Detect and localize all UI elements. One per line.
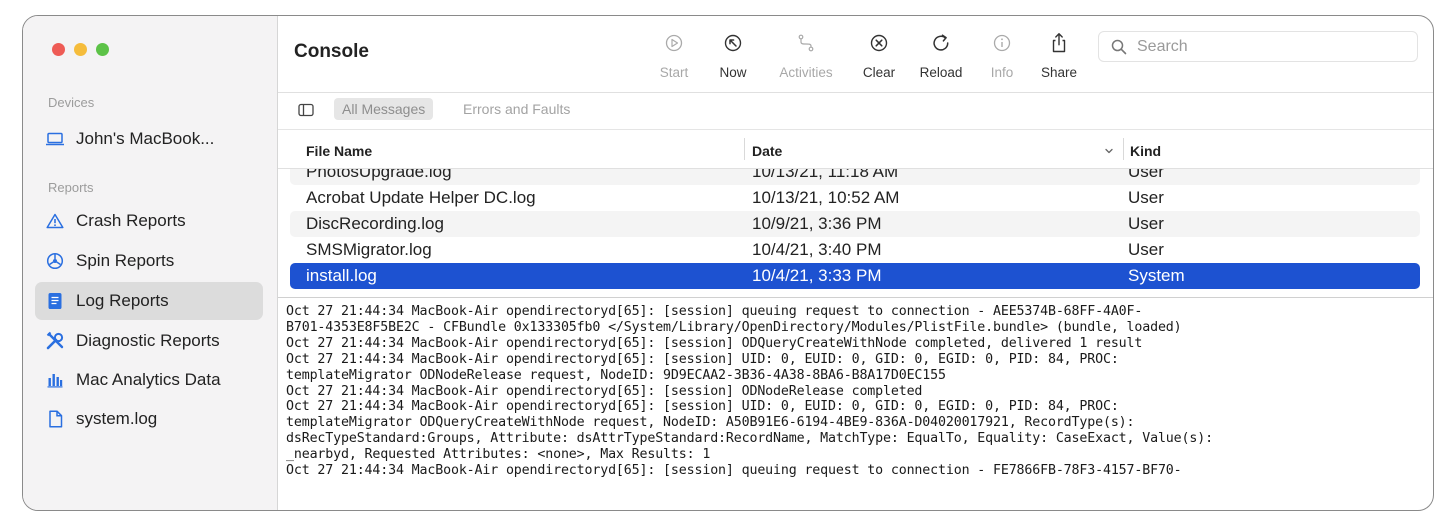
file-name-cell: DiscRecording.log <box>306 214 444 233</box>
share-icon <box>1029 31 1089 55</box>
kind-cell: User <box>1128 214 1164 233</box>
reports-section-label: Reports <box>48 180 94 195</box>
bar-chart-icon <box>45 370 65 390</box>
sidebar-item-log-reports[interactable]: Log Reports <box>35 282 263 320</box>
search-field[interactable] <box>1098 31 1418 62</box>
share-button[interactable]: Share <box>1029 31 1089 80</box>
file-name-cell: PhotosUpgrade.log <box>306 169 452 181</box>
sidebar-item-label: Log Reports <box>76 291 169 310</box>
activities-button[interactable]: Activities <box>770 31 842 80</box>
sidebar-item-label: Crash Reports <box>76 211 186 230</box>
now-button[interactable]: Now <box>703 31 763 80</box>
tools-icon <box>45 331 65 351</box>
file-name-cell: SMSMigrator.log <box>306 240 432 259</box>
spin-icon <box>45 251 65 271</box>
warning-icon <box>45 211 65 231</box>
console-window: Devices John's MacBook... Reports Crash … <box>22 15 1434 511</box>
column-header-kind[interactable]: Kind <box>1130 143 1161 159</box>
laptop-icon <box>45 129 65 149</box>
date-cell: 10/4/21, 3:40 PM <box>752 240 882 259</box>
search-icon <box>1111 39 1127 55</box>
sidebar-item-label: Mac Analytics Data <box>76 370 221 389</box>
filter-all-messages[interactable]: All Messages <box>334 98 434 120</box>
sidebar-item-system-log[interactable]: system.log <box>35 400 263 438</box>
date-cell: 10/9/21, 3:36 PM <box>752 214 882 233</box>
main-panel: Console Start Now Activities Clear Reloa… <box>278 16 1433 510</box>
log-line: Oct 27 21:44:34 MacBook-Air opendirector… <box>286 335 1143 351</box>
filter-bar: All Messages Errors and Faults <box>278 93 1433 129</box>
jump-to-now-icon <box>703 31 763 55</box>
kind-cell: User <box>1128 188 1164 207</box>
chevron-down-icon[interactable] <box>1104 143 1114 161</box>
table-row-selected[interactable]: install.log 10/4/21, 3:33 PM System <box>290 263 1420 289</box>
sidebar-item-crash-reports[interactable]: Crash Reports <box>35 202 263 240</box>
sidebar-item-label: John's MacBook... <box>76 129 215 148</box>
traffic-lights <box>52 43 109 56</box>
sidebar: Devices John's MacBook... Reports Crash … <box>23 16 278 510</box>
start-button[interactable]: Start <box>644 31 704 80</box>
log-line: Oct 27 21:44:34 MacBook-Air opendirector… <box>286 351 1119 367</box>
info-button[interactable]: Info <box>972 31 1032 80</box>
kind-cell: System <box>1128 266 1185 285</box>
sidebar-item-label: system.log <box>76 409 158 428</box>
kind-cell: User <box>1128 169 1164 181</box>
log-divider[interactable] <box>278 297 1433 298</box>
sidebar-item-spin-reports[interactable]: Spin Reports <box>35 242 263 280</box>
reload-button[interactable]: Reload <box>911 31 971 80</box>
info-icon <box>972 31 1032 55</box>
filter-errors-and-faults[interactable]: Errors and Faults <box>455 98 578 120</box>
date-cell: 10/13/21, 11:18 AM <box>752 169 899 181</box>
devices-section-label: Devices <box>48 95 95 110</box>
log-line: templateMigrator ODQueryCreateWithNode r… <box>286 415 1135 431</box>
zoom-window-button[interactable] <box>96 43 109 56</box>
close-window-button[interactable] <box>52 43 65 56</box>
play-icon <box>644 31 704 55</box>
clear-button[interactable]: Clear <box>849 31 909 80</box>
column-divider[interactable] <box>1123 138 1124 160</box>
sidebar-item-device[interactable]: John's MacBook... <box>35 120 263 158</box>
sidebar-toggle-icon[interactable] <box>298 103 314 122</box>
file-icon <box>45 409 65 429</box>
table-row[interactable]: DiscRecording.log 10/9/21, 3:36 PM User <box>290 211 1420 237</box>
column-header-date[interactable]: Date <box>752 143 782 159</box>
search-input[interactable] <box>1135 36 1399 57</box>
file-table: PhotosUpgrade.log 10/13/21, 11:18 AM Use… <box>290 169 1420 295</box>
log-line: dsRecTypeStandard:Groups, Attribute: dsA… <box>286 431 1213 447</box>
sidebar-item-diagnostic-reports[interactable]: Diagnostic Reports <box>35 322 263 360</box>
column-divider[interactable] <box>744 138 745 160</box>
table-row[interactable]: SMSMigrator.log 10/4/21, 3:40 PM User <box>290 237 1420 263</box>
log-line: Oct 27 21:44:34 MacBook-Air opendirector… <box>286 383 923 399</box>
log-content[interactable]: Oct 27 21:44:34 MacBook-Air opendirector… <box>286 304 1426 510</box>
file-name-cell: install.log <box>306 266 377 285</box>
date-cell: 10/4/21, 3:33 PM <box>752 266 882 285</box>
log-line: Oct 27 21:44:34 MacBook-Air opendirector… <box>286 463 1182 479</box>
clear-icon <box>849 31 909 55</box>
log-line: Oct 27 21:44:34 MacBook-Air opendirector… <box>286 304 1143 319</box>
log-line: Oct 27 21:44:34 MacBook-Air opendirector… <box>286 399 1119 415</box>
window-title: Console <box>294 41 369 62</box>
sidebar-item-mac-analytics-data[interactable]: Mac Analytics Data <box>35 361 263 399</box>
sidebar-item-label: Diagnostic Reports <box>76 331 220 350</box>
column-header-file-name[interactable]: File Name <box>306 143 372 159</box>
file-name-cell: Acrobat Update Helper DC.log <box>306 188 536 207</box>
table-header: File Name Date Kind <box>278 130 1433 169</box>
document-icon <box>45 291 65 311</box>
log-line: B701-4353E8F5BE2C - CFBundle 0x133305fb0… <box>286 319 1182 335</box>
reload-icon <box>911 31 971 55</box>
log-line: templateMigrator ODNodeRelease request, … <box>286 367 946 383</box>
minimize-window-button[interactable] <box>74 43 87 56</box>
activities-icon <box>770 31 842 55</box>
sidebar-item-label: Spin Reports <box>76 251 175 270</box>
kind-cell: User <box>1128 240 1164 259</box>
date-cell: 10/13/21, 10:52 AM <box>752 188 900 207</box>
table-row[interactable]: Acrobat Update Helper DC.log 10/13/21, 1… <box>290 185 1420 211</box>
table-row[interactable]: PhotosUpgrade.log 10/13/21, 11:18 AM Use… <box>290 169 1420 185</box>
log-line: _nearbyd, Requested Attributes: <none>, … <box>286 447 711 463</box>
